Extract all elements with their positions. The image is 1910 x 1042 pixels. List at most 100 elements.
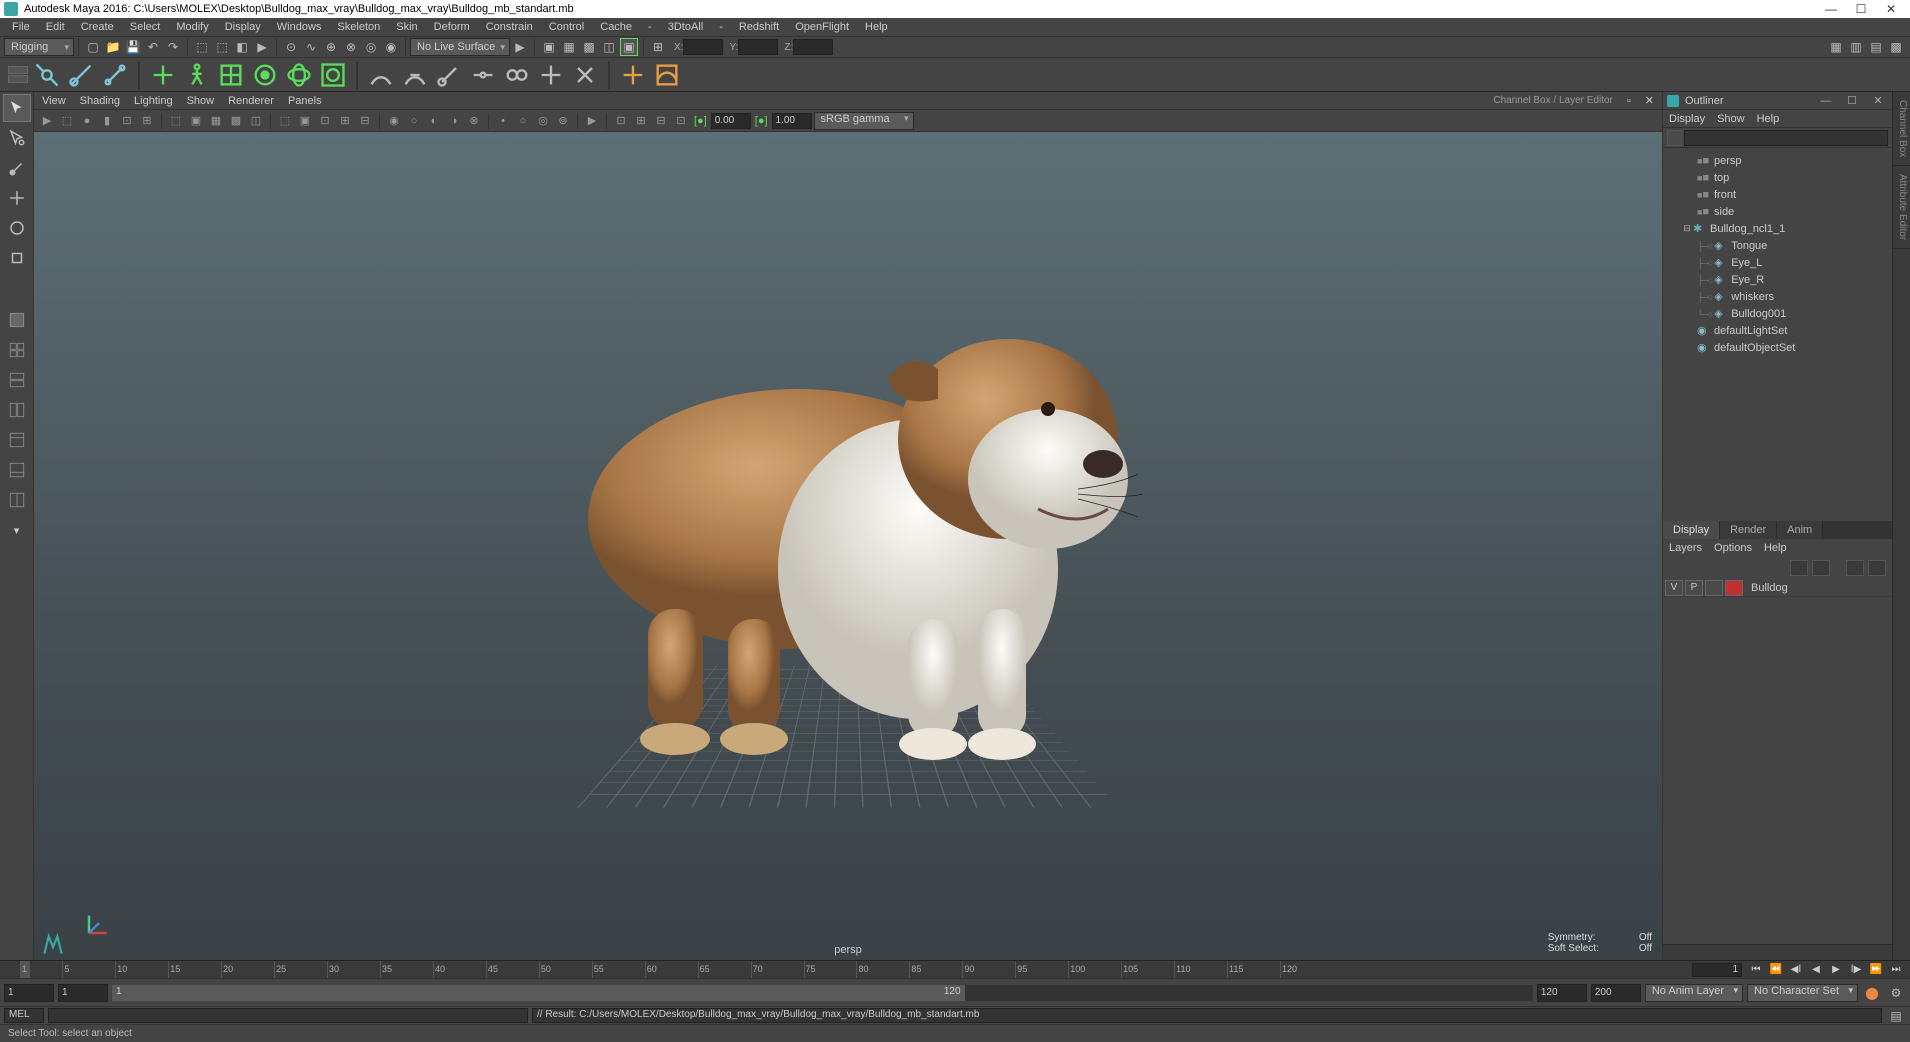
menu-cache[interactable]: Cache xyxy=(592,21,640,33)
menu-create[interactable]: Create xyxy=(73,21,122,33)
viewport-toolbar-icon[interactable]: ⊟ xyxy=(652,112,670,130)
playback-button[interactable]: ◀Ⅰ xyxy=(1786,962,1806,978)
menu--[interactable]: - xyxy=(640,21,660,33)
tab-render[interactable]: Render xyxy=(1720,521,1777,539)
menu-select[interactable]: Select xyxy=(122,21,169,33)
viewport-toolbar-icon[interactable]: ○ xyxy=(514,112,532,130)
layer-name[interactable]: Bulldog xyxy=(1745,582,1788,594)
layout-icon[interactable]: ⊞ xyxy=(649,38,667,56)
script-language-label[interactable]: MEL xyxy=(4,1008,44,1023)
menu-redshift[interactable]: Redshift xyxy=(731,21,787,33)
y-field[interactable] xyxy=(738,39,778,55)
time-slider[interactable]: 1510152025303540455055606570758085909510… xyxy=(0,960,1910,978)
playback-button[interactable]: ⏭ xyxy=(1886,962,1906,978)
viewport-toolbar-icon[interactable]: ▶ xyxy=(583,112,601,130)
playback-button[interactable]: ⏪ xyxy=(1766,962,1786,978)
range-in-field[interactable] xyxy=(58,984,108,1002)
outliner-node-side[interactable]: ■side xyxy=(1663,203,1892,220)
viewport-toolbar-icon[interactable]: ● xyxy=(78,112,96,130)
human-ik-icon[interactable] xyxy=(182,60,212,90)
select-mode-icon[interactable]: ◧ xyxy=(233,38,251,56)
joint-tool-icon[interactable] xyxy=(100,60,130,90)
undo-icon[interactable]: ↶ xyxy=(144,38,162,56)
layout-single-icon[interactable] xyxy=(3,306,31,334)
snap-icon[interactable]: ⊙ xyxy=(282,38,300,56)
menu-skin[interactable]: Skin xyxy=(388,21,425,33)
viewport-toolbar-icon[interactable]: ⊡ xyxy=(118,112,136,130)
layout-icon[interactable]: ▾ xyxy=(3,516,31,544)
layout-icon[interactable] xyxy=(3,486,31,514)
close-button[interactable]: ✕ xyxy=(1876,2,1906,16)
layout-four-icon[interactable] xyxy=(3,336,31,364)
anim-layer-dropdown[interactable]: No Anim Layer xyxy=(1645,984,1743,1002)
redo-icon[interactable]: ↷ xyxy=(164,38,182,56)
outliner-maximize-icon[interactable]: ☐ xyxy=(1842,94,1862,107)
menu-constrain[interactable]: Constrain xyxy=(478,21,541,33)
viewport-toolbar-icon[interactable]: ⊗ xyxy=(465,112,483,130)
viewport-toolbar-icon[interactable]: • xyxy=(494,112,512,130)
playback-button[interactable]: ⏩ xyxy=(1866,962,1886,978)
layer-template-toggle[interactable] xyxy=(1705,580,1723,596)
playback-button[interactable]: ⏮ xyxy=(1746,962,1766,978)
outliner-tree[interactable]: ■persp■top■front■side⊟✱Bulldog_ncl1_1├─○… xyxy=(1663,148,1892,521)
range-track[interactable]: 1120 xyxy=(112,985,1533,1001)
panel-menu-view[interactable]: View xyxy=(42,95,66,107)
paint-select-tool[interactable] xyxy=(3,154,31,182)
deformer-icon[interactable] xyxy=(284,60,314,90)
constraint-icon[interactable] xyxy=(468,60,498,90)
move-tool[interactable] xyxy=(3,184,31,212)
viewport-toolbar-icon[interactable]: ⊡ xyxy=(612,112,630,130)
viewport-toolbar-icon[interactable]: ⊞ xyxy=(632,112,650,130)
outliner-minimize-icon[interactable]: — xyxy=(1816,95,1836,107)
outliner-node-top[interactable]: ■top xyxy=(1663,169,1892,186)
viewport-toolbar-icon[interactable]: ⬚ xyxy=(58,112,76,130)
workspace-dropdown[interactable]: Rigging xyxy=(4,38,74,56)
panel-toggle-icon[interactable]: ▦ xyxy=(1827,38,1845,56)
viewport-toolbar-icon[interactable]: ⊡ xyxy=(316,112,334,130)
snap-icon[interactable]: ◎ xyxy=(362,38,380,56)
autokey-icon[interactable]: ⬤ xyxy=(1863,984,1881,1002)
menu-deform[interactable]: Deform xyxy=(426,21,478,33)
menu-file[interactable]: File xyxy=(4,21,38,33)
viewport-toolbar-icon[interactable]: ⬚ xyxy=(167,112,185,130)
select-tool[interactable] xyxy=(3,94,31,122)
range-start-field[interactable] xyxy=(4,984,54,1002)
x-field[interactable] xyxy=(683,39,723,55)
viewport-toolbar-icon[interactable]: ▶ xyxy=(38,112,56,130)
snap-icon[interactable]: ⊗ xyxy=(342,38,360,56)
panel-menu-shading[interactable]: Shading xyxy=(80,95,120,107)
range-bar[interactable]: 1120 xyxy=(112,985,965,1001)
constraint-icon[interactable] xyxy=(570,60,600,90)
layout-icon[interactable] xyxy=(3,396,31,424)
new-layer-selected-icon[interactable] xyxy=(1868,560,1886,576)
layer-scrollbar[interactable] xyxy=(1663,944,1892,960)
skin-tool-icon[interactable] xyxy=(400,60,430,90)
outliner-node-bulldog001[interactable]: └─○◈Bulldog001 xyxy=(1663,305,1892,322)
render-icon[interactable]: ▦ xyxy=(560,38,578,56)
layer-visibility-toggle[interactable]: V xyxy=(1665,580,1683,596)
range-out-field[interactable] xyxy=(1537,984,1587,1002)
viewport-toolbar-icon[interactable]: ▣ xyxy=(296,112,314,130)
layout-icon[interactable] xyxy=(3,366,31,394)
viewport-toolbar-icon[interactable]: ◉ xyxy=(385,112,403,130)
deformer-icon[interactable] xyxy=(318,60,348,90)
exposure-field[interactable] xyxy=(711,113,751,129)
outliner-close-icon[interactable]: ✕ xyxy=(1868,94,1888,107)
viewport-toolbar-icon[interactable]: ○ xyxy=(405,112,423,130)
panel-toggle-icon[interactable]: ▤ xyxy=(1867,38,1885,56)
layer-move-down-icon[interactable] xyxy=(1812,560,1830,576)
panel-menu-panels[interactable]: Panels xyxy=(288,95,322,107)
cluster-icon[interactable] xyxy=(250,60,280,90)
viewport-toolbar-icon[interactable]: ▦ xyxy=(207,112,225,130)
side-tab-channel[interactable]: Channel Box xyxy=(1893,92,1910,166)
render-icon[interactable]: ▣ xyxy=(540,38,558,56)
menu--[interactable]: - xyxy=(711,21,731,33)
snap-icon[interactable]: ∿ xyxy=(302,38,320,56)
shelf-tab-icon[interactable] xyxy=(8,66,28,74)
save-scene-icon[interactable]: 💾 xyxy=(124,38,142,56)
select-mode-icon[interactable]: ▶ xyxy=(253,38,271,56)
viewport-toolbar-icon[interactable]: ◑ xyxy=(445,112,463,130)
select-mode-icon[interactable]: ⬚ xyxy=(193,38,211,56)
scale-tool[interactable] xyxy=(3,244,31,272)
viewport-toolbar-icon[interactable]: ▮ xyxy=(98,112,116,130)
